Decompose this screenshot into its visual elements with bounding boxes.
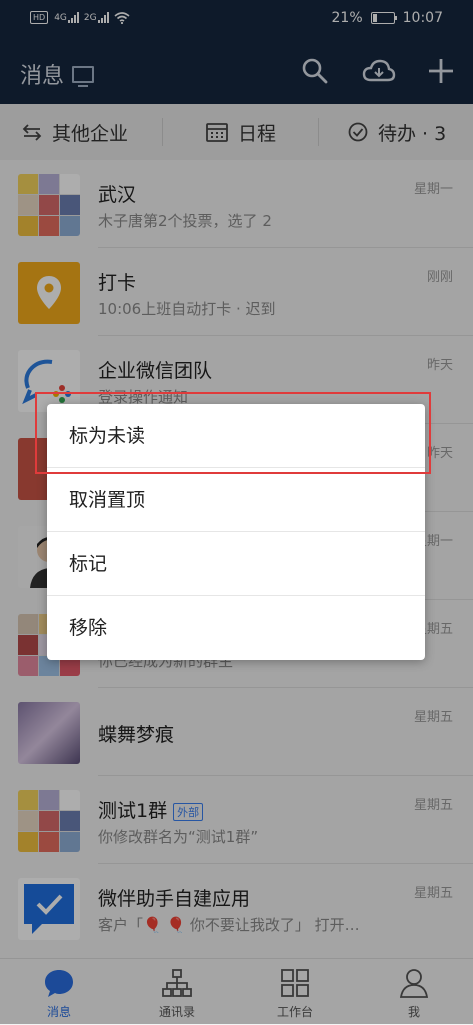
highlight-box: [35, 392, 431, 474]
menu-item-remove[interactable]: 移除: [47, 596, 425, 660]
menu-item-mark[interactable]: 标记: [47, 532, 425, 596]
menu-item-unpin[interactable]: 取消置顶: [47, 468, 425, 532]
